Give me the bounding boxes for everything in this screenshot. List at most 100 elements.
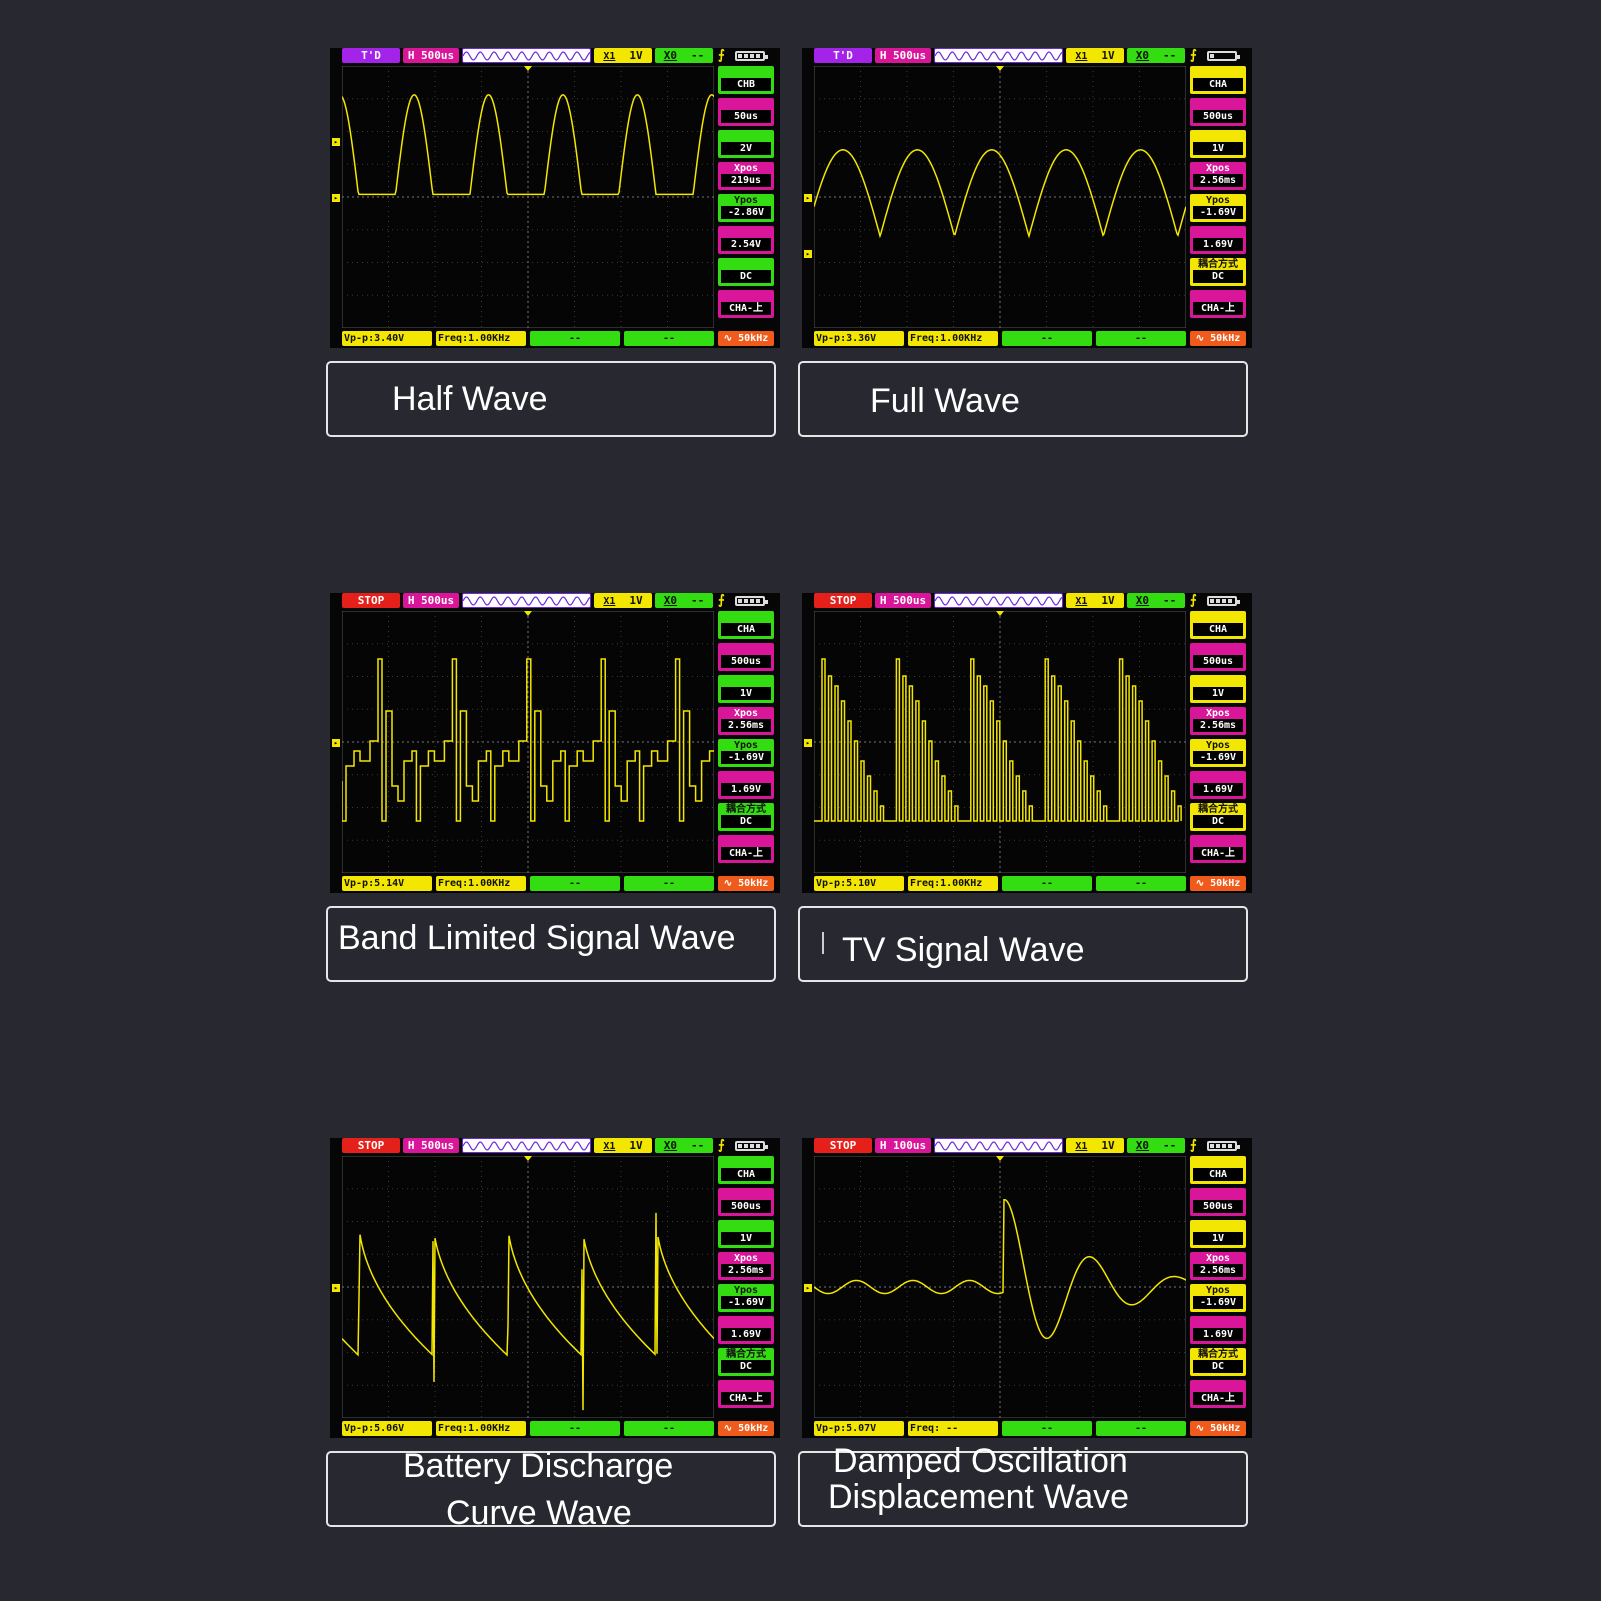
- softkey-label: [718, 1381, 774, 1392]
- side-softkey[interactable]: CHA: [1190, 1156, 1246, 1184]
- softkey-value: 1.69V: [1193, 238, 1243, 251]
- softkey-value: 2V: [721, 142, 771, 155]
- waveform-display: [342, 1156, 714, 1418]
- side-softkey[interactable]: 500us: [718, 643, 774, 671]
- waveform-caption: Half Wave: [326, 361, 776, 437]
- side-softkey[interactable]: 1.69V: [1190, 1316, 1246, 1344]
- channel-b-scale-badge: X0 --: [1127, 593, 1185, 608]
- battery-cell: [1210, 1144, 1214, 1148]
- side-softkey[interactable]: 1.69V: [1190, 226, 1246, 254]
- side-softkey[interactable]: 耦合方式 DC: [718, 803, 774, 831]
- battery-cell: [750, 54, 754, 58]
- side-softkey[interactable]: Ypos -2.86V: [718, 194, 774, 222]
- side-softkey[interactable]: CHA-上: [1190, 290, 1246, 318]
- frequency-readout: Freq:1.00KHz: [908, 876, 998, 891]
- softkey-value: CHA-上: [721, 302, 771, 315]
- softkey-label: [1190, 1157, 1246, 1168]
- softkey-label: [718, 131, 774, 142]
- channel-b-scale-badge: X0 --: [655, 1138, 713, 1153]
- side-softkey[interactable]: 耦合方式 DC: [718, 1348, 774, 1376]
- side-softkey[interactable]: 50us: [718, 98, 774, 126]
- side-softkey[interactable]: Ypos -1.69V: [1190, 194, 1246, 222]
- softkey-value: DC: [721, 270, 771, 283]
- side-softkey[interactable]: Xpos 2.56ms: [1190, 162, 1246, 190]
- softkey-value: CHA: [1193, 78, 1243, 91]
- side-softkey[interactable]: 耦合方式 DC: [1190, 803, 1246, 831]
- side-softkey[interactable]: Ypos -1.69V: [1190, 739, 1246, 767]
- side-softkey[interactable]: Xpos 219us: [718, 162, 774, 190]
- channel-a-label: X1: [603, 1141, 616, 1152]
- measure-slot-4: --: [1096, 331, 1186, 346]
- side-softkey[interactable]: Ypos -1.69V: [718, 739, 774, 767]
- measure-slot-3: --: [530, 1421, 620, 1436]
- side-softkey[interactable]: 1V: [1190, 130, 1246, 158]
- side-softkey[interactable]: 500us: [1190, 643, 1246, 671]
- side-softkey[interactable]: 耦合方式 DC: [1190, 258, 1246, 286]
- side-softkey[interactable]: 2V: [718, 130, 774, 158]
- measure-slot-4: --: [1096, 1421, 1186, 1436]
- softkey-label: [718, 772, 774, 783]
- side-softkey[interactable]: Xpos 2.56ms: [1190, 1252, 1246, 1280]
- channel-b-volts: --: [691, 594, 705, 607]
- side-softkey[interactable]: CHA-上: [718, 1380, 774, 1408]
- side-softkey[interactable]: 500us: [1190, 1188, 1246, 1216]
- softkey-value: 50us: [721, 110, 771, 123]
- side-softkey[interactable]: 1V: [718, 1220, 774, 1248]
- side-softkey[interactable]: 500us: [718, 1188, 774, 1216]
- side-softkey[interactable]: Ypos -1.69V: [718, 1284, 774, 1312]
- side-softkey[interactable]: 500us: [1190, 98, 1246, 126]
- softkey-value: -2.86V: [721, 206, 771, 219]
- side-softkey[interactable]: CHA-上: [718, 835, 774, 863]
- side-softkey[interactable]: 耦合方式 DC: [1190, 1348, 1246, 1376]
- channel-b-label: X0: [1135, 1139, 1149, 1152]
- channel-a-scale-badge: X1 1V: [1066, 48, 1124, 63]
- side-softkey[interactable]: 1V: [1190, 675, 1246, 703]
- side-softkey[interactable]: DC: [718, 258, 774, 286]
- trigger-position-bar: [462, 48, 591, 63]
- channel-b-label: X0: [663, 594, 677, 607]
- channel-a-volts: 1V: [629, 594, 643, 607]
- sample-wave-icon: ∿: [1195, 333, 1211, 344]
- timebase-badge: H 100us: [875, 1138, 931, 1153]
- timebase-badge: H 500us: [403, 593, 459, 608]
- side-softkey[interactable]: CHA: [718, 611, 774, 639]
- side-softkey[interactable]: CHB: [718, 66, 774, 94]
- battery-cell: [750, 599, 754, 603]
- side-softkey[interactable]: 2.54V: [718, 226, 774, 254]
- softkey-label: [1190, 291, 1246, 302]
- measure-slot-4: --: [624, 876, 714, 891]
- side-softkey[interactable]: Xpos 2.56ms: [718, 1252, 774, 1280]
- side-softkey[interactable]: CHA: [1190, 611, 1246, 639]
- side-softkey[interactable]: Xpos 2.56ms: [1190, 707, 1246, 735]
- side-softkey[interactable]: CHA: [718, 1156, 774, 1184]
- side-softkey[interactable]: 1V: [1190, 1220, 1246, 1248]
- battery-cell: [744, 54, 748, 58]
- softkey-label: Xpos: [733, 163, 759, 174]
- softkey-label: [718, 1221, 774, 1232]
- softkey-value: DC: [721, 815, 771, 828]
- battery-icon: [735, 596, 768, 606]
- frequency-readout: Freq:1.00KHz: [908, 331, 998, 346]
- side-softkey[interactable]: CHA: [1190, 66, 1246, 94]
- vpp-readout: Vp-p:5.07V: [814, 1421, 904, 1436]
- softkey-label: Xpos: [733, 708, 759, 719]
- softkey-value: 1V: [1193, 687, 1243, 700]
- softkey-value: 2.56ms: [721, 719, 771, 732]
- softkey-value: CHA-上: [1193, 847, 1243, 860]
- mini-wave-icon: [935, 51, 1062, 61]
- side-softkey[interactable]: Xpos 2.56ms: [718, 707, 774, 735]
- vpp-readout: Vp-p:5.14V: [342, 876, 432, 891]
- side-softkey[interactable]: Ypos -1.69V: [1190, 1284, 1246, 1312]
- channel-b-volts: --: [1163, 49, 1177, 62]
- side-softkey[interactable]: 1.69V: [1190, 771, 1246, 799]
- side-softkey[interactable]: 1.69V: [718, 771, 774, 799]
- caption-line: Battery Discharge: [403, 1447, 674, 1485]
- softkey-value: DC: [721, 1360, 771, 1373]
- side-softkey[interactable]: 1V: [718, 675, 774, 703]
- side-softkey[interactable]: CHA-上: [1190, 835, 1246, 863]
- side-softkey[interactable]: 1.69V: [718, 1316, 774, 1344]
- side-softkey[interactable]: CHA-上: [1190, 1380, 1246, 1408]
- side-softkey[interactable]: CHA-上: [718, 290, 774, 318]
- softkey-label: Ypos: [1205, 1285, 1231, 1296]
- softkey-label: 耦合方式: [1198, 804, 1238, 815]
